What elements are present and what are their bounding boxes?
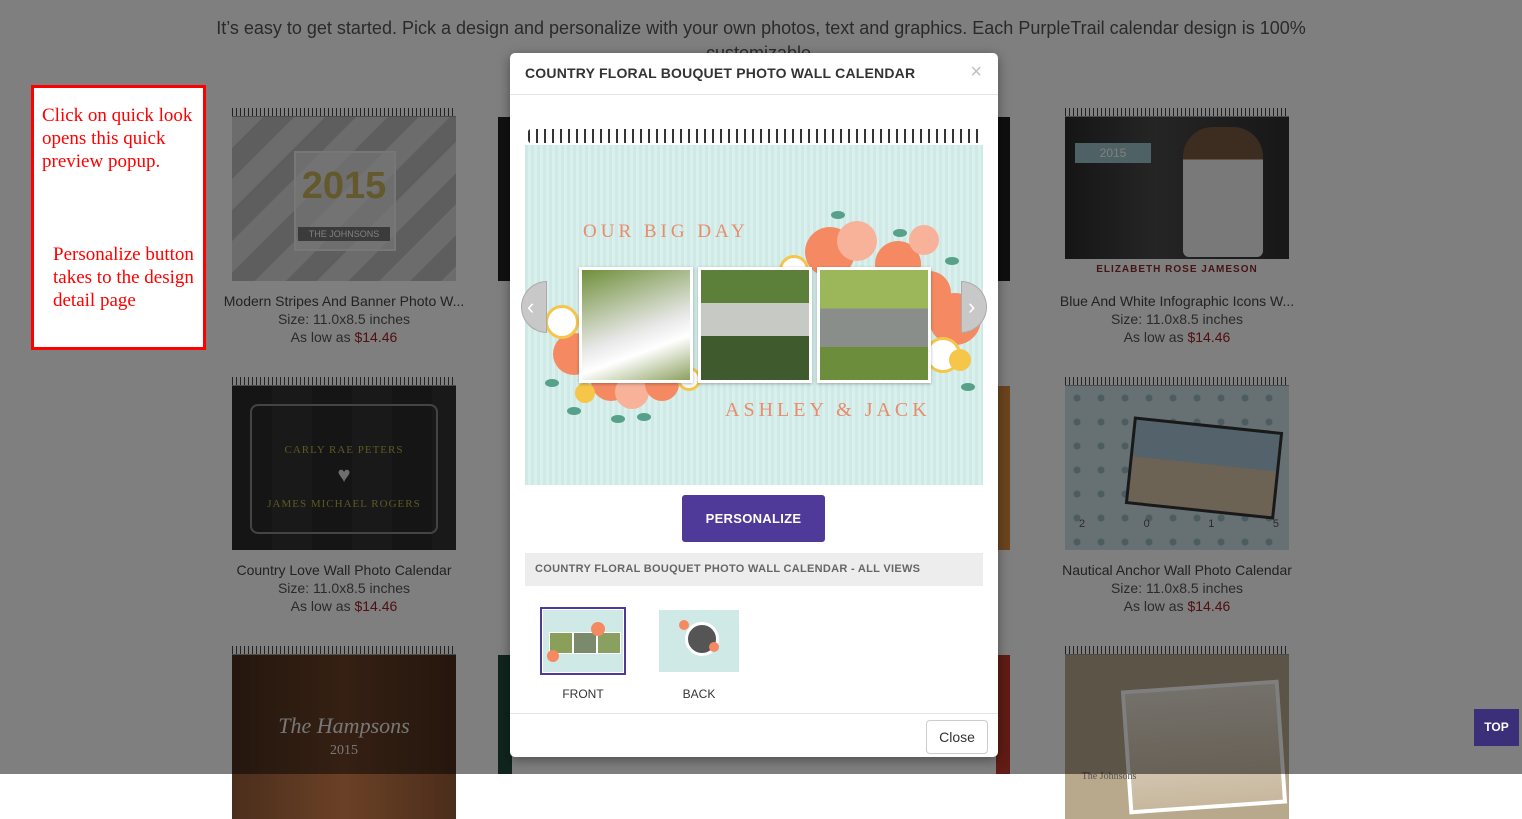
view-thumbnail-front[interactable]: FRONT xyxy=(540,607,626,701)
calendar-preview-image: OUR BIG DAY ASHLEY & JACK xyxy=(525,145,983,485)
close-icon[interactable]: × xyxy=(970,61,982,84)
view-label: FRONT xyxy=(562,687,604,701)
chevron-left-icon: ‹ xyxy=(527,294,535,319)
calendar-photo-1 xyxy=(579,267,693,383)
close-button[interactable]: Close xyxy=(926,720,988,754)
annotation-box: Click on quick look opens this quick pre… xyxy=(31,85,206,350)
calendar-title: OUR BIG DAY xyxy=(583,221,749,242)
calendar-names: ASHLEY & JACK xyxy=(725,399,931,421)
annotation-personalize: Personalize button takes to the design d… xyxy=(53,244,194,311)
modal-footer: Close xyxy=(510,713,998,758)
view-thumbnail-back[interactable]: BACK xyxy=(656,607,742,701)
calendar-photo-2 xyxy=(698,267,812,383)
view-label: BACK xyxy=(682,687,716,701)
next-arrow-button[interactable]: › xyxy=(961,281,987,333)
modal-title: COUNTRY FLORAL BOUQUET PHOTO WALL CALEND… xyxy=(525,65,916,81)
calendar-spiral xyxy=(528,129,980,143)
personalize-button[interactable]: PERSONALIZE xyxy=(682,495,825,542)
all-views-heading: COUNTRY FLORAL BOUQUET PHOTO WALL CALEND… xyxy=(525,553,983,586)
calendar-photo-3 xyxy=(817,267,931,383)
quick-look-modal: COUNTRY FLORAL BOUQUET PHOTO WALL CALEND… xyxy=(510,53,998,757)
back-to-top-button[interactable]: TOP xyxy=(1474,709,1519,746)
annotation-quick-look: Click on quick look opens this quick pre… xyxy=(42,105,193,172)
chevron-right-icon: › xyxy=(968,294,976,319)
modal-header: COUNTRY FLORAL BOUQUET PHOTO WALL CALEND… xyxy=(510,53,998,95)
